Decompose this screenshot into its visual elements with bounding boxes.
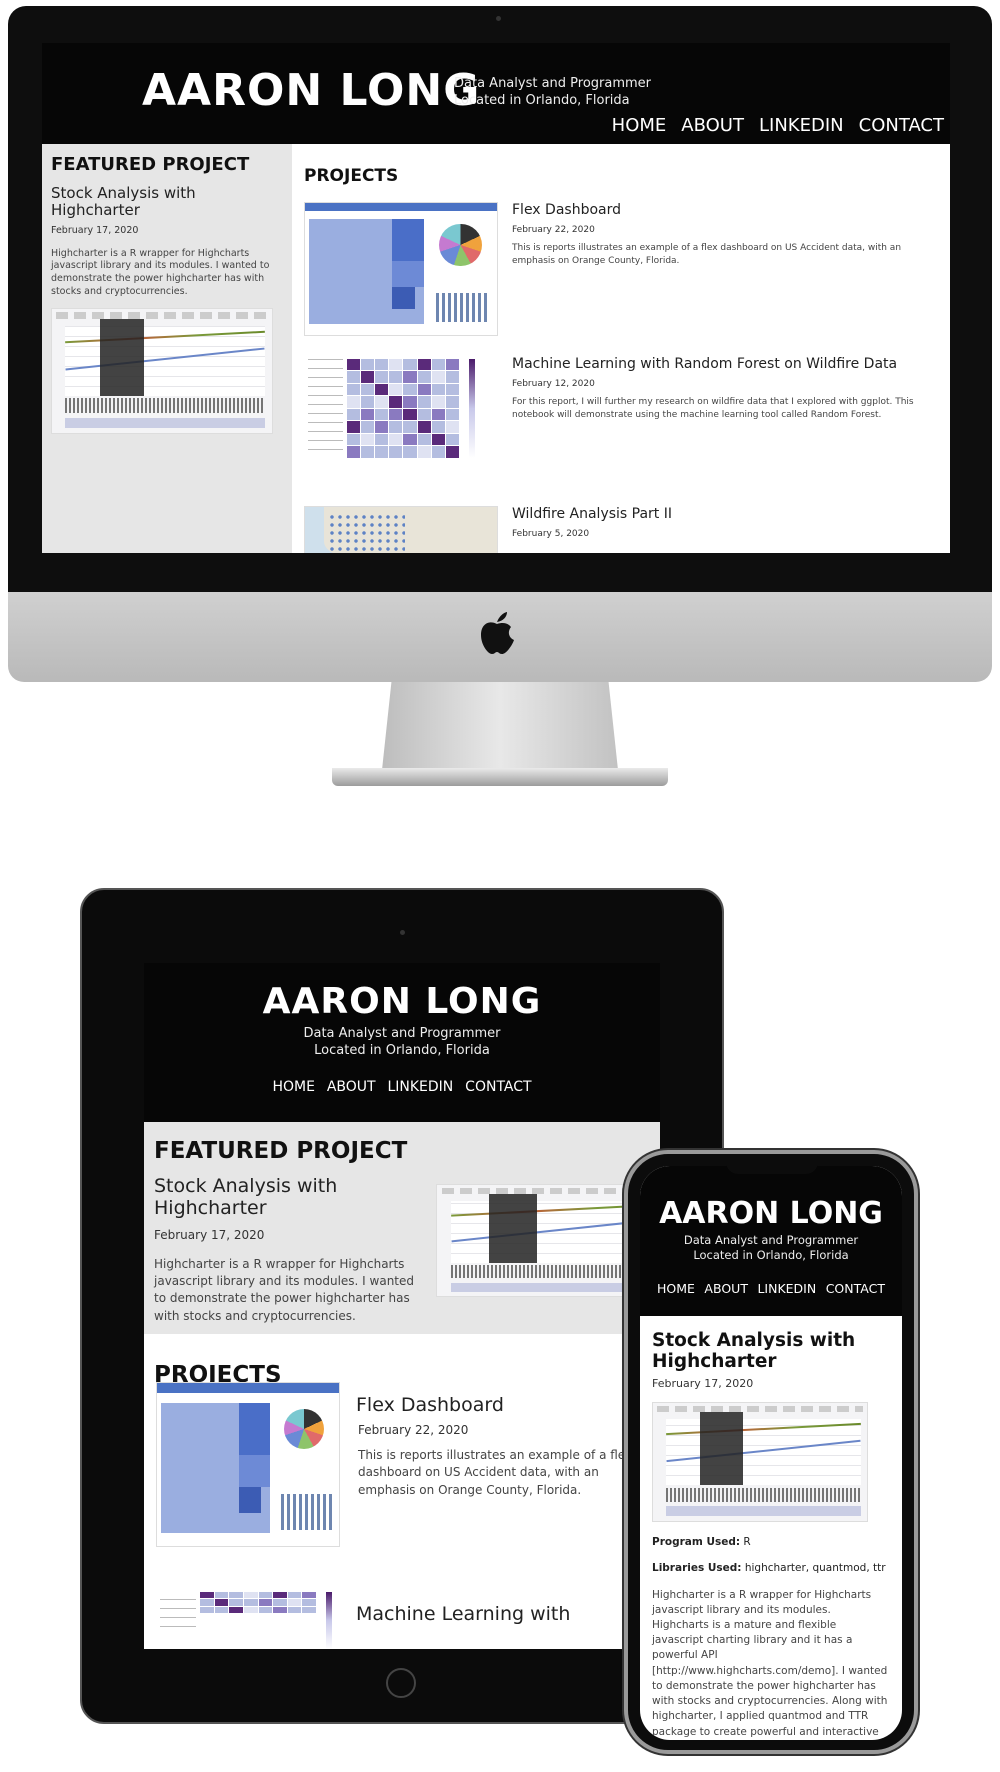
heatmap-thumbnail[interactable] xyxy=(304,356,498,490)
nav-about[interactable]: ABOUT xyxy=(704,1281,748,1296)
project-date: February 22, 2020 xyxy=(358,1423,469,1437)
project-title[interactable]: Machine Learning with Random Forest on W… xyxy=(512,356,897,372)
apple-logo-icon xyxy=(481,612,514,654)
featured-description: Highcharter is a R wrapper for Highchart… xyxy=(51,247,270,297)
project-title[interactable]: Wildfire Analysis Part II xyxy=(512,506,672,522)
project-title[interactable]: Flex Dashboard xyxy=(512,202,621,218)
tagline-line-1: Data Analyst and Programmer xyxy=(683,1233,859,1247)
libraries-label: Libraries Used: xyxy=(652,1561,742,1574)
project-title[interactable]: Machine Learning with xyxy=(356,1603,570,1625)
iphone-notch xyxy=(726,1156,818,1174)
heatmap-thumbnail[interactable] xyxy=(156,1591,356,1649)
imac-screen: AARON LONG Data Analyst and Programmer L… xyxy=(42,43,950,553)
site-header: AARON LONG Data Analyst and Programmer L… xyxy=(640,1166,902,1316)
program-value: R xyxy=(743,1535,751,1548)
site-tagline: Data Analyst and Programmer Located in O… xyxy=(640,1233,902,1263)
imac-stand xyxy=(382,682,618,770)
article: Stock Analysis with Highcharter February… xyxy=(640,1316,902,1740)
site-header: AARON LONG Data Analyst and Programmer L… xyxy=(42,43,950,144)
libraries-value: highcharter, quantmod, ttr xyxy=(744,1561,886,1574)
nav-linkedin[interactable]: LINKEDIN xyxy=(387,1079,453,1095)
featured-title[interactable]: Stock Analysis with Highcharter xyxy=(154,1175,394,1220)
site-tagline: Data Analyst and Programmer Located in O… xyxy=(454,76,651,110)
nav-linkedin[interactable]: LINKEDIN xyxy=(759,115,844,136)
project-description: This is reports illustrates an example o… xyxy=(358,1448,633,1497)
program-used: Program Used: R xyxy=(652,1536,890,1548)
flex-dashboard-thumbnail[interactable] xyxy=(304,202,498,336)
imac-stand-base xyxy=(332,768,668,786)
program-label: Program Used: xyxy=(652,1535,741,1548)
projects-section: PROJECTS Flex Dashboard February 22, 202… xyxy=(292,144,950,553)
home-button[interactable] xyxy=(386,1668,416,1698)
article-date: February 17, 2020 xyxy=(652,1376,754,1390)
tagline-line-1: Data Analyst and Programmer xyxy=(303,1026,501,1041)
stock-chart-thumbnail[interactable] xyxy=(51,307,273,434)
ipad-screen: AARON LONG Data Analyst and Programmer L… xyxy=(144,963,660,1649)
libraries-used: Libraries Used: highcharter, quantmod, t… xyxy=(652,1562,890,1574)
featured-sidebar: FEATURED PROJECT Stock Analysis with Hig… xyxy=(42,144,292,553)
project-date: February 12, 2020 xyxy=(512,379,595,389)
main-nav: HOME ABOUT LINKEDIN CONTACT xyxy=(144,1078,660,1095)
site-tagline: Data Analyst and Programmer Located in O… xyxy=(144,1026,660,1060)
project-description: This is reports illustrates an example o… xyxy=(512,243,902,266)
nav-home[interactable]: HOME xyxy=(272,1079,314,1095)
tagline-line-2: Located in Orlando, Florida xyxy=(454,92,630,108)
nav-contact[interactable]: CONTACT xyxy=(859,115,944,136)
featured-heading: FEATURED PROJECT xyxy=(51,154,250,175)
site-title[interactable]: AARON LONG xyxy=(640,1166,902,1231)
featured-description: Highcharter is a R wrapper for Highchart… xyxy=(154,1256,414,1323)
camera-icon xyxy=(496,16,501,21)
nav-home[interactable]: HOME xyxy=(612,115,667,136)
flex-dashboard-thumbnail[interactable] xyxy=(156,1382,340,1547)
tagline-line-2: Located in Orlando, Florida xyxy=(314,1042,490,1058)
project-description: For this report, I will further my resea… xyxy=(512,397,914,420)
nav-home[interactable]: HOME xyxy=(657,1281,695,1296)
nav-about[interactable]: ABOUT xyxy=(681,115,744,136)
project-title[interactable]: Flex Dashboard xyxy=(356,1394,504,1416)
project-date: February 22, 2020 xyxy=(512,225,595,235)
site-title[interactable]: AARON LONG xyxy=(144,963,660,1022)
iphone-screen: AARON LONG Data Analyst and Programmer L… xyxy=(640,1166,902,1740)
featured-heading: FEATURED PROJECT xyxy=(154,1138,408,1164)
site-header: AARON LONG Data Analyst and Programmer L… xyxy=(144,963,660,1122)
featured-date: February 17, 2020 xyxy=(51,224,139,236)
article-body: Highcharter is a R wrapper for Highchart… xyxy=(652,1588,888,1738)
project-date: February 5, 2020 xyxy=(512,529,590,539)
main-nav: HOME ABOUT LINKEDIN CONTACT xyxy=(640,1281,902,1296)
article-title: Stock Analysis with Highcharter xyxy=(652,1330,856,1373)
site-title[interactable]: AARON LONG xyxy=(142,65,480,116)
nav-contact[interactable]: CONTACT xyxy=(465,1079,531,1095)
main-nav: HOME ABOUT LINKEDIN CONTACT xyxy=(602,115,944,136)
nav-about[interactable]: ABOUT xyxy=(327,1079,376,1095)
wildfire-map-thumbnail[interactable] xyxy=(304,506,498,553)
nav-linkedin[interactable]: LINKEDIN xyxy=(757,1281,816,1296)
featured-section: FEATURED PROJECT Stock Analysis with Hig… xyxy=(144,1122,660,1334)
tagline-line-1: Data Analyst and Programmer xyxy=(454,76,652,91)
projects-heading: PROJECTS xyxy=(304,166,399,186)
stock-chart-thumbnail[interactable] xyxy=(652,1401,868,1522)
camera-icon xyxy=(400,930,405,935)
tagline-line-2: Located in Orlando, Florida xyxy=(693,1247,849,1262)
nav-contact[interactable]: CONTACT xyxy=(826,1281,885,1296)
featured-title[interactable]: Stock Analysis with Highcharter xyxy=(51,184,283,220)
